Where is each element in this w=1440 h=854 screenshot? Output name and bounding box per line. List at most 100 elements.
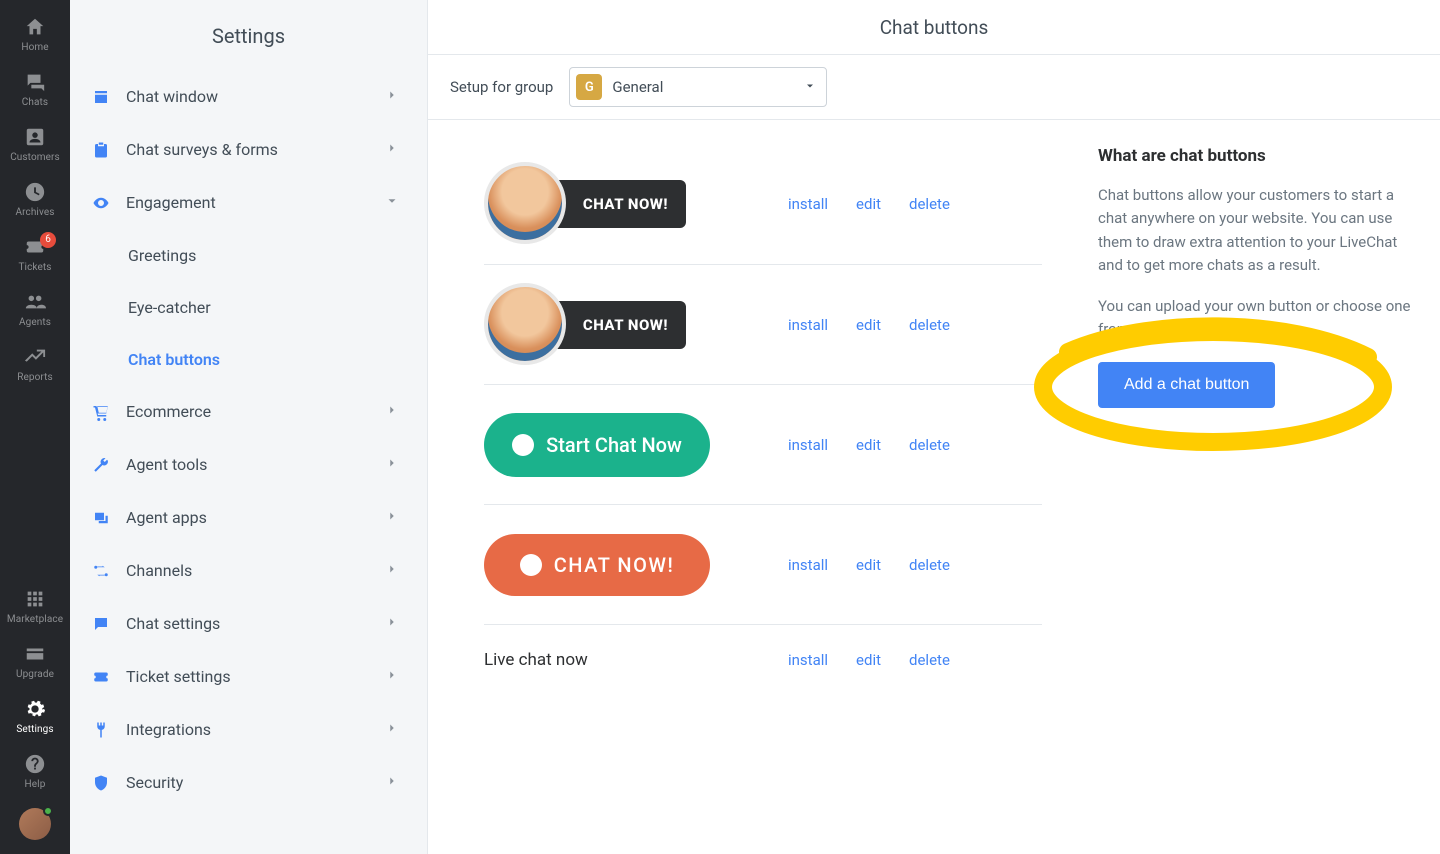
card-icon	[24, 643, 46, 665]
ticket-icon	[90, 666, 112, 688]
home-icon	[24, 16, 46, 38]
edit-link[interactable]: edit	[856, 651, 881, 669]
install-link[interactable]: install	[788, 316, 828, 334]
nav-item-integrations[interactable]: Integrations	[70, 703, 427, 756]
install-link[interactable]: install	[788, 556, 828, 574]
chevron-right-icon	[385, 720, 399, 739]
delete-link[interactable]: delete	[909, 436, 950, 454]
rail-label: Archives	[15, 207, 54, 218]
trend-icon	[24, 346, 46, 368]
chevron-right-icon	[385, 561, 399, 580]
nav-item-ecommerce[interactable]: Ecommerce	[70, 385, 427, 438]
group-label: Setup for group	[450, 78, 553, 96]
chevron-right-icon	[385, 402, 399, 421]
presence-dot-icon	[43, 806, 53, 816]
edit-link[interactable]: edit	[856, 316, 881, 334]
nav-label: Chat settings	[126, 614, 385, 633]
rail-item-archives[interactable]: Archives	[0, 171, 70, 226]
add-chat-button[interactable]: Add a chat button	[1098, 362, 1275, 408]
gear-icon	[24, 698, 46, 720]
delete-link[interactable]: delete	[909, 195, 950, 213]
chevron-right-icon	[385, 614, 399, 633]
nav-label: Chat window	[126, 87, 385, 106]
nav-sub-eye-catcher[interactable]: Eye-catcher	[70, 281, 427, 333]
nav-label: Channels	[126, 561, 385, 580]
info-text: Chat buttons allow your customers to sta…	[1098, 184, 1412, 277]
nav-label: Integrations	[126, 720, 385, 739]
rail-item-agents[interactable]: Agents	[0, 281, 70, 336]
nav-sub-greetings[interactable]: Greetings	[70, 229, 427, 281]
avatar-icon	[484, 162, 566, 244]
cart-icon	[90, 401, 112, 423]
rail-item-upgrade[interactable]: Upgrade	[0, 633, 70, 688]
delete-link[interactable]: delete	[909, 316, 950, 334]
rail-item-customers[interactable]: Customers	[0, 116, 70, 171]
edit-link[interactable]: edit	[856, 436, 881, 454]
nav-item-chat-settings[interactable]: Chat settings	[70, 597, 427, 650]
nav-item-ticket-settings[interactable]: Ticket settings	[70, 650, 427, 703]
rail-item-chats[interactable]: Chats	[0, 61, 70, 116]
chat-button-preview: CHAT NOW!	[484, 301, 764, 349]
nav-label: Ticket settings	[126, 667, 385, 686]
nav-item-chat-window[interactable]: Chat window	[70, 70, 427, 123]
install-link[interactable]: install	[788, 195, 828, 213]
speech-bubble-icon	[512, 434, 534, 456]
help-icon	[24, 753, 46, 775]
edit-link[interactable]: edit	[856, 195, 881, 213]
chat-button-row: CHAT NOW! install edit delete	[484, 264, 1042, 384]
rail-item-marketplace[interactable]: Marketplace	[0, 578, 70, 633]
nav-item-security[interactable]: Security	[70, 756, 427, 809]
chevron-right-icon	[385, 508, 399, 527]
delete-link[interactable]: delete	[909, 556, 950, 574]
chevron-right-icon	[385, 140, 399, 159]
rail-item-tickets[interactable]: Tickets 6	[0, 226, 70, 281]
chevron-right-icon	[385, 773, 399, 792]
plug-icon	[90, 719, 112, 741]
nav-item-engagement[interactable]: Engagement	[70, 176, 427, 229]
nav-label: Engagement	[126, 193, 385, 212]
nav-sub-label: Eye-catcher	[128, 298, 211, 317]
info-heading: What are chat buttons	[1098, 146, 1412, 166]
chat-button-preview: CHAT NOW!	[484, 534, 764, 596]
message-icon	[90, 613, 112, 635]
rail-label: Help	[25, 779, 46, 790]
tickets-badge: 6	[40, 232, 56, 248]
nav-label: Ecommerce	[126, 402, 385, 421]
delete-link[interactable]: delete	[909, 651, 950, 669]
rail-item-home[interactable]: Home	[0, 6, 70, 61]
nav-item-chat-surveys[interactable]: Chat surveys & forms	[70, 123, 427, 176]
nav-label: Chat surveys & forms	[126, 140, 385, 159]
rail-label: Customers	[10, 152, 60, 163]
install-link[interactable]: install	[788, 436, 828, 454]
chat-button-row: Live chat now install edit delete	[484, 624, 1042, 694]
group-select[interactable]: G General	[569, 67, 827, 107]
nav-label: Agent tools	[126, 455, 385, 474]
chats-icon	[24, 71, 46, 93]
chat-button-text: Live chat now	[484, 650, 588, 670]
user-avatar[interactable]	[19, 808, 51, 840]
chevron-down-icon	[385, 193, 399, 212]
rail-label: Home	[21, 42, 48, 53]
clock-icon	[24, 181, 46, 203]
install-link[interactable]: install	[788, 651, 828, 669]
chat-button-text: CHAT NOW!	[554, 553, 675, 577]
channels-icon	[90, 560, 112, 582]
chat-button-preview: Live chat now	[484, 650, 764, 670]
edit-link[interactable]: edit	[856, 556, 881, 574]
page-title: Chat buttons	[428, 0, 1440, 55]
nav-item-channels[interactable]: Channels	[70, 544, 427, 597]
chat-button-preview: Start Chat Now	[484, 413, 764, 477]
nav-sub-label: Greetings	[128, 246, 196, 265]
rail-item-settings[interactable]: Settings	[0, 688, 70, 743]
chevron-right-icon	[385, 455, 399, 474]
clipboard-icon	[90, 139, 112, 161]
speech-bubble-icon	[520, 554, 542, 576]
nav-sub-chat-buttons[interactable]: Chat buttons	[70, 333, 427, 385]
nav-item-agent-tools[interactable]: Agent tools	[70, 438, 427, 491]
rail-item-reports[interactable]: Reports	[0, 336, 70, 391]
group-controls: Setup for group G General	[428, 55, 1440, 120]
rail-item-help[interactable]: Help	[0, 743, 70, 798]
nav-item-agent-apps[interactable]: Agent apps	[70, 491, 427, 544]
learn-more-link[interactable]: Learn more….	[1209, 320, 1299, 338]
chat-button-row: CHAT NOW! install edit delete	[484, 504, 1042, 624]
